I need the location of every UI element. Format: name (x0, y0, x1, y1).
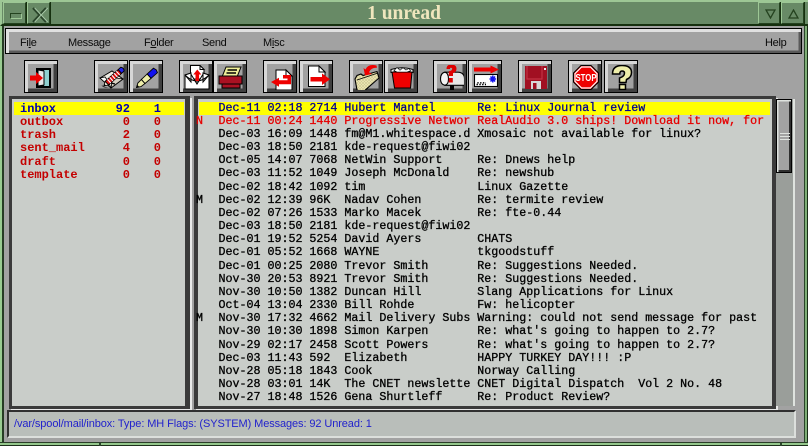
svg-text:STOP: STOP (576, 73, 597, 84)
